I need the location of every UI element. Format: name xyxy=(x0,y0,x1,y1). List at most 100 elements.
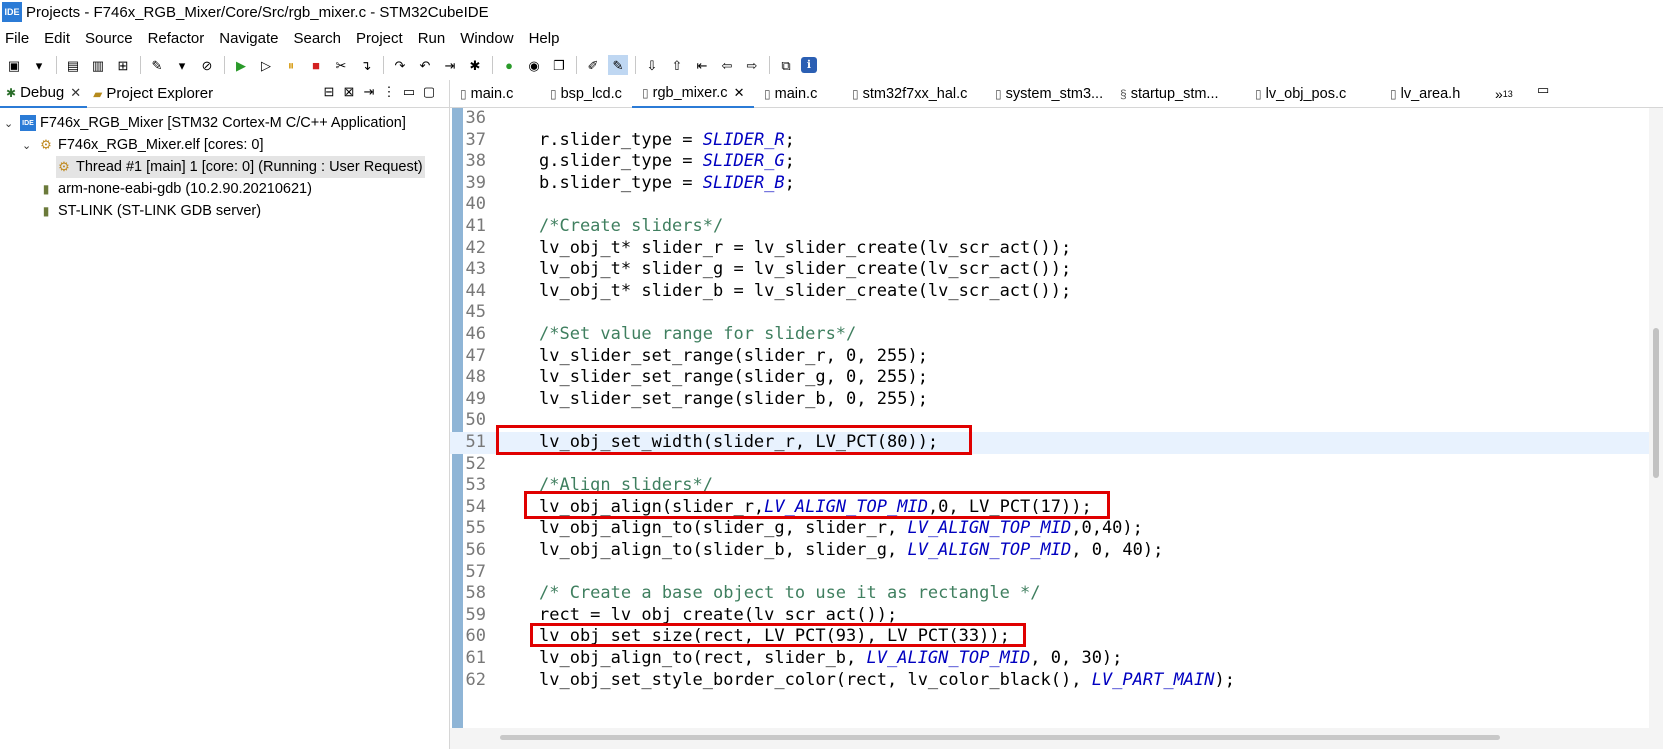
open-perspective-icon[interactable]: ⧉ xyxy=(776,55,796,75)
tab-file-0[interactable]: ▯ main.c xyxy=(450,80,540,108)
tab-file-4[interactable]: ▯ stm32f7xx_hal.c xyxy=(842,80,985,108)
vertical-scrollbar[interactable] xyxy=(1649,108,1663,728)
minimize-icon[interactable]: ▭ xyxy=(399,84,419,100)
elf-icon: ⚙ xyxy=(40,137,52,152)
code-line[interactable]: 41 /*Create sliders*/ xyxy=(450,216,1650,238)
tab-overflow-button[interactable]: » 13 xyxy=(1495,80,1513,108)
menu-project[interactable]: Project xyxy=(356,30,403,47)
info-icon[interactable]: ℹ xyxy=(801,57,817,73)
close-icon[interactable]: ✕ xyxy=(734,85,745,101)
code-line[interactable]: 61 lv_obj_align_to(rect, slider_b, LV_ALI… xyxy=(450,648,1650,670)
code-line[interactable]: 55 lv_obj_align_to(slider_g, slider_r, LV… xyxy=(450,518,1650,540)
step-mode-icon[interactable]: ⇥ xyxy=(359,84,379,100)
horizontal-scrollbar[interactable] xyxy=(450,728,1663,749)
menu-run[interactable]: Run xyxy=(418,30,446,47)
code-line[interactable]: 40 xyxy=(450,194,1650,216)
back-icon[interactable]: ⇦ xyxy=(717,55,737,75)
code-line[interactable]: 39 b.slider_type = SLIDER_B; xyxy=(450,173,1650,195)
prev-annotation-icon[interactable]: ⇧ xyxy=(667,55,687,75)
tree-item-app[interactable]: ⌄ IDE F746x_RGB_Mixer [STM32 Cortex-M C/… xyxy=(4,112,406,134)
disconnect-icon[interactable]: ✂ xyxy=(331,55,351,75)
code-text: lv_slider_set_range(slider_b, 0, 255); xyxy=(539,389,928,411)
collapse-all-icon[interactable]: ⊟ xyxy=(319,84,339,100)
external-tools-icon[interactable]: ◉ xyxy=(524,55,544,75)
run-icon[interactable]: ● xyxy=(499,55,519,75)
chevron-down-icon[interactable]: ⌄ xyxy=(22,139,34,152)
menu-window[interactable]: Window xyxy=(460,30,513,47)
next-annotation-icon[interactable]: ⇩ xyxy=(642,55,662,75)
code-line[interactable]: 62 lv_obj_set_style_border_color(rect, lv… xyxy=(450,670,1650,692)
code-constant: SLIDER_B xyxy=(702,172,785,193)
tab-debug[interactable]: ✱ Debug ✕ xyxy=(0,79,88,108)
pin-icon[interactable]: ✐ xyxy=(583,55,603,75)
tree-item-elf[interactable]: ⌄ ⚙ F746x_RGB_Mixer.elf [cores: 0] xyxy=(22,134,264,156)
c-file-icon: ▯ xyxy=(1390,86,1397,101)
tree-item-thread[interactable]: ⚙ Thread #1 [main] 1 [core: 0] (Running … xyxy=(56,156,425,178)
tab-project-explorer[interactable]: ▰ Project Explorer xyxy=(87,80,219,108)
tab-file-3[interactable]: ▯ main.c xyxy=(754,80,842,108)
code-line[interactable]: 49 lv_slider_set_range(slider_b, 0, 255); xyxy=(450,389,1650,411)
code-line[interactable]: 36 xyxy=(450,108,1650,130)
step-icon[interactable]: ▷ xyxy=(256,55,276,75)
code-line[interactable]: 57 xyxy=(450,562,1650,584)
menu-refactor[interactable]: Refactor xyxy=(148,30,205,47)
last-edit-icon[interactable]: ⇤ xyxy=(692,55,712,75)
menu-search[interactable]: Search xyxy=(293,30,341,47)
save-all-icon[interactable]: ▥ xyxy=(88,55,108,75)
code-token: g.slider_type = xyxy=(539,151,703,172)
code-line[interactable]: 56 lv_obj_align_to(slider_b, slider_g, LV… xyxy=(450,540,1650,562)
code-line[interactable]: 37 r.slider_type = SLIDER_R; xyxy=(450,130,1650,152)
terminate-icon[interactable]: ■ xyxy=(306,55,326,75)
debug-icon[interactable]: ✱ xyxy=(465,55,485,75)
build-config-icon[interactable]: ⊞ xyxy=(113,55,133,75)
asm-file-icon: § xyxy=(1120,86,1127,101)
menu-help[interactable]: Help xyxy=(529,30,560,47)
build-icon[interactable]: ✎ xyxy=(147,55,167,75)
code-line[interactable]: 47 lv_slider_set_range(slider_r, 0, 255); xyxy=(450,346,1650,368)
skip-breakpoints-icon[interactable]: ⊘ xyxy=(197,55,217,75)
highlight-icon[interactable]: ✎ xyxy=(608,55,628,75)
chevron-down-icon[interactable]: ⌄ xyxy=(4,117,16,130)
new-icon[interactable]: ▣ xyxy=(4,55,24,75)
code-line[interactable]: 42 lv_obj_t* slider_r = lv_slider_create(… xyxy=(450,238,1650,260)
step-return-icon[interactable]: ↶ xyxy=(415,55,435,75)
remove-terminated-icon[interactable]: ⊠ xyxy=(339,84,359,100)
code-line[interactable]: 46 /*Set value range for sliders*/ xyxy=(450,324,1650,346)
scrollbar-thumb[interactable] xyxy=(500,735,1500,740)
close-icon[interactable]: ✕ xyxy=(70,85,81,101)
step-into-icon[interactable]: ↴ xyxy=(356,55,376,75)
menu-edit[interactable]: Edit xyxy=(44,30,70,47)
code-line[interactable]: 48 lv_slider_set_range(slider_g, 0, 255); xyxy=(450,367,1650,389)
code-line[interactable]: 45 xyxy=(450,302,1650,324)
save-icon[interactable]: ▤ xyxy=(63,55,83,75)
minimize-icon[interactable]: ▭ xyxy=(1537,82,1549,98)
resume-icon[interactable]: ▶ xyxy=(231,55,251,75)
code-line[interactable]: 38 g.slider_type = SLIDER_G; xyxy=(450,151,1650,173)
tab-file-7[interactable]: ▯ lv_obj_pos.c xyxy=(1245,80,1380,108)
tab-file-5[interactable]: ▯ system_stm3... xyxy=(985,80,1110,108)
tab-file-6[interactable]: § startup_stm... xyxy=(1110,80,1245,108)
code-line[interactable]: 44 lv_obj_t* slider_b = lv_slider_create(… xyxy=(450,281,1650,303)
forward-icon[interactable]: ⇨ xyxy=(742,55,762,75)
open-folder-icon[interactable]: ❐ xyxy=(549,55,569,75)
dropdown-icon[interactable]: ▾ xyxy=(29,55,49,75)
dropdown-icon[interactable]: ▾ xyxy=(172,55,192,75)
tab-file-1[interactable]: ▯ bsp_lcd.c xyxy=(540,80,632,108)
code-line[interactable]: 43 lv_obj_t* slider_g = lv_slider_create(… xyxy=(450,259,1650,281)
tree-item-gdb[interactable]: ▮ arm-none-eabi-gdb (10.2.90.20210621) xyxy=(38,178,312,200)
menu-source[interactable]: Source xyxy=(85,30,133,47)
code-line[interactable]: 58 /* Create a base object to use it as r… xyxy=(450,583,1650,605)
scrollbar-thumb[interactable] xyxy=(1653,328,1659,478)
step-filter-icon[interactable]: ⇥ xyxy=(440,55,460,75)
suspend-icon[interactable]: ⏸ xyxy=(281,55,301,75)
step-over-icon[interactable]: ↷ xyxy=(390,55,410,75)
view-menu-icon[interactable]: ⋮ xyxy=(379,84,399,100)
tree-item-stlink[interactable]: ▮ ST-LINK (ST-LINK GDB server) xyxy=(38,200,261,222)
tab-file-2[interactable]: ▯ rgb_mixer.c ✕ xyxy=(632,79,754,108)
menu-navigate[interactable]: Navigate xyxy=(219,30,278,47)
menu-file[interactable]: File xyxy=(5,30,29,47)
maximize-icon[interactable]: ▢ xyxy=(419,84,439,100)
line-number: 57 xyxy=(465,561,486,582)
tab-file-8[interactable]: ▯ lv_area.h xyxy=(1380,80,1480,108)
code-line[interactable]: 52 xyxy=(450,454,1650,476)
